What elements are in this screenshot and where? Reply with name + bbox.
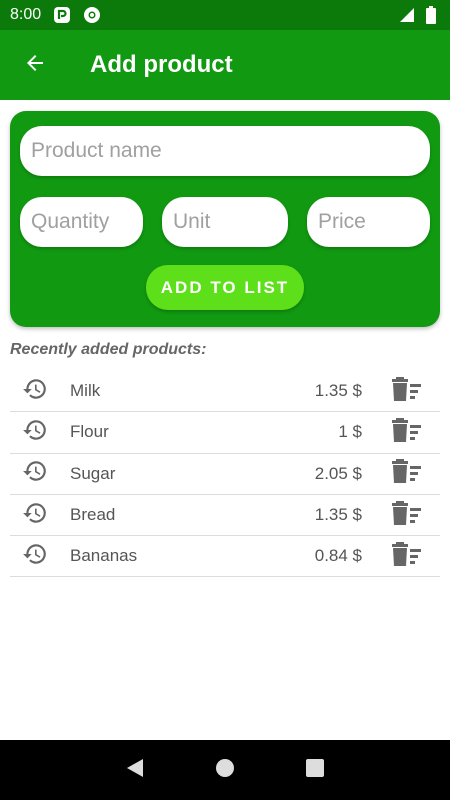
app-bar: Add product [0, 30, 450, 100]
nav-back-button[interactable] [115, 750, 155, 790]
delete-button[interactable] [362, 376, 440, 407]
delete-button[interactable] [362, 541, 440, 572]
product-name: Milk [70, 381, 101, 401]
status-left: 8:00 [10, 6, 101, 24]
back-button[interactable] [0, 30, 70, 100]
nav-recents-button[interactable] [295, 750, 335, 790]
recent-section-title: Recently added products: [10, 341, 207, 358]
delete-button[interactable] [362, 500, 440, 531]
quantity-input[interactable] [20, 197, 143, 247]
delete-sweep-icon [392, 541, 422, 572]
list-item: Flour 1 $ [10, 412, 440, 454]
product-name-input[interactable] [20, 126, 430, 176]
signal-icon [398, 6, 416, 24]
list-item: Bananas 0.84 $ [10, 536, 440, 578]
nav-home-button[interactable] [205, 750, 245, 790]
history-button[interactable] [10, 458, 60, 489]
arrow-left-icon [23, 51, 47, 80]
history-button[interactable] [10, 500, 60, 531]
product-name: Sugar [70, 463, 116, 483]
add-to-list-button[interactable]: ADD TO LIST [146, 265, 304, 310]
back-triangle-icon [125, 758, 145, 783]
product-price: 2.05 $ [314, 463, 362, 483]
status-time: 8:00 [10, 6, 42, 23]
list-item: Bread 1.35 $ [10, 495, 440, 537]
unit-input[interactable] [162, 197, 288, 247]
status-bar: 8:00 [0, 0, 450, 30]
list-item: Milk 1.35 $ [10, 371, 440, 413]
history-button[interactable] [10, 417, 60, 448]
product-name: Bread [70, 505, 116, 525]
chrome-icon [83, 6, 101, 24]
delete-sweep-icon [392, 500, 422, 531]
history-button[interactable] [10, 541, 60, 572]
page-title: Add product [90, 51, 233, 78]
add-product-form: ADD TO LIST [10, 111, 440, 327]
history-button[interactable] [10, 376, 60, 407]
product-price: 1.35 $ [314, 505, 362, 525]
recents-square-icon [305, 758, 325, 783]
product-name: Flour [70, 422, 109, 442]
history-icon [22, 541, 48, 572]
battery-icon [422, 6, 440, 24]
delete-button[interactable] [362, 458, 440, 489]
product-price: 0.84 $ [314, 546, 362, 566]
history-icon [22, 500, 48, 531]
home-circle-icon [215, 758, 235, 783]
list-item: Sugar 2.05 $ [10, 454, 440, 495]
history-icon [22, 458, 48, 489]
notification-p-icon [53, 6, 71, 24]
history-icon [22, 417, 48, 448]
history-icon [22, 376, 48, 407]
product-name: Bananas [70, 546, 138, 566]
status-right [398, 6, 440, 24]
delete-button[interactable] [362, 417, 440, 448]
product-price: 1 $ [338, 422, 362, 442]
system-nav-bar [0, 740, 450, 800]
recent-products-list: Milk 1.35 $ Flour 1 $ Sugar 2.05 $ Bread… [10, 371, 440, 578]
delete-sweep-icon [392, 417, 422, 448]
delete-sweep-icon [392, 376, 422, 407]
delete-sweep-icon [392, 458, 422, 489]
price-input[interactable] [307, 197, 430, 247]
product-price: 1.35 $ [314, 381, 362, 401]
